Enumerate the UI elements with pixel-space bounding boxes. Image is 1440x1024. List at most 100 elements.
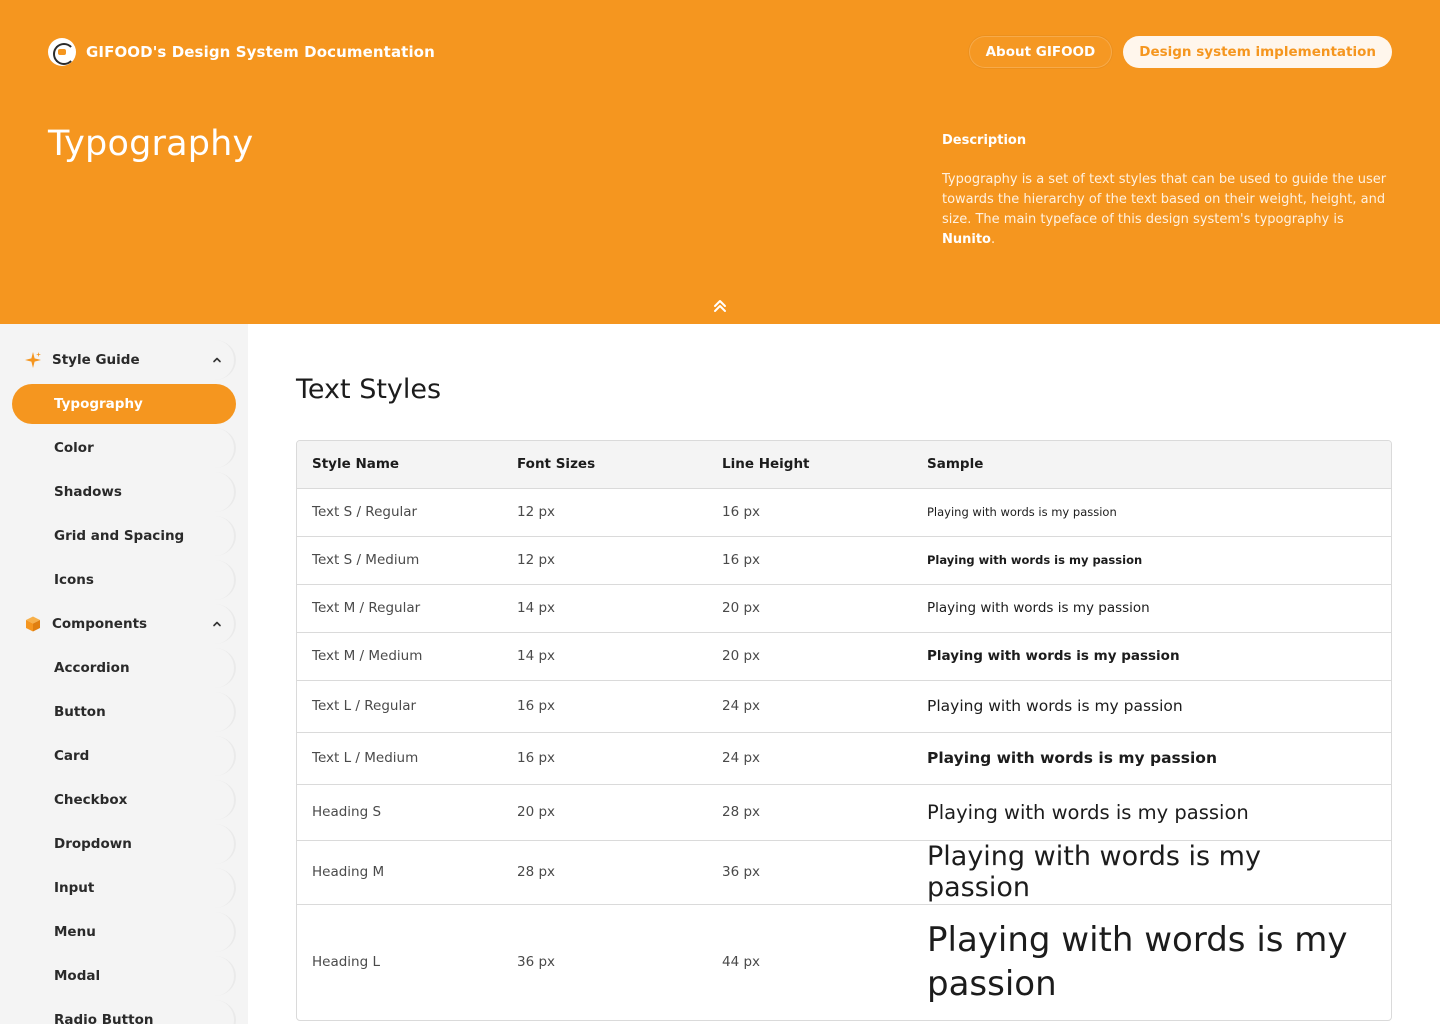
- sidebar-item-label: Typography: [54, 396, 143, 412]
- section-title: Text Styles: [296, 374, 442, 405]
- sidebar: Style Guide Typography Color Shadows Grid an…: [0, 324, 248, 1024]
- sidebar-section-label: Components: [52, 616, 148, 632]
- style-name-cell: Heading L: [312, 954, 380, 971]
- table-row: Text S / Regular 12 px 16 px Playing with w…: [297, 488, 1391, 537]
- sidebar-item-label: Color: [54, 440, 94, 456]
- style-name-cell: Text M / Regular: [297, 584, 502, 633]
- font-size-cell: 20 px: [502, 784, 707, 841]
- font-size-cell: 14 px: [502, 632, 707, 681]
- brand[interactable]: GIFOOD's Design System Documentation: [48, 38, 435, 66]
- style-name-cell: Text L / Regular: [297, 680, 502, 733]
- about-gifood-button[interactable]: About GIFOOD: [968, 36, 1113, 68]
- sample-cell: Playing with words is my passion: [912, 632, 1391, 681]
- table-row: Heading M 28 px 36 px Playing with words is…: [297, 840, 1391, 905]
- style-name-cell: Heading S: [297, 784, 502, 841]
- column-header-sample: Sample: [912, 441, 1391, 489]
- style-name-cell: Text S / Regular: [297, 488, 502, 537]
- sidebar-item-dropdown[interactable]: Dropdown: [12, 824, 236, 864]
- sidebar-item-label: Grid and Spacing: [54, 528, 185, 544]
- sidebar-item-label: Menu: [54, 924, 96, 940]
- description-block: Description Typography is a set of text …: [942, 133, 1394, 250]
- double-chevron-up-icon[interactable]: [712, 298, 728, 314]
- sparkle-icon: [25, 352, 41, 368]
- font-size-cell: 12 px: [502, 536, 707, 585]
- sidebar-item-label: Button: [54, 704, 106, 720]
- table-row: Heading L 36 px 44 px Playing with words is…: [297, 904, 1391, 1020]
- column-header-line-height: Line Height: [707, 441, 912, 489]
- chevron-up-icon[interactable]: [212, 619, 222, 629]
- main-content: Text Styles Style Name Font Sizes Line H…: [248, 324, 1440, 1024]
- sidebar-item-label: Shadows: [54, 484, 122, 500]
- sidebar-item-card[interactable]: Card: [12, 736, 236, 776]
- page-title: Typography: [48, 124, 254, 164]
- page-header: GIFOOD's Design System Documentation Abo…: [0, 0, 1440, 324]
- line-height-cell: 44 px: [722, 954, 761, 971]
- sidebar-item-checkbox[interactable]: Checkbox: [12, 780, 236, 820]
- line-height-cell: 20 px: [707, 584, 912, 633]
- sidebar-item-button[interactable]: Button: [12, 692, 236, 732]
- sidebar-list: Style Guide Typography Color Shadows Grid an…: [0, 324, 248, 1024]
- sample-cell: Playing with words is my passion: [912, 784, 1391, 841]
- sidebar-item-grid-and-spacing[interactable]: Grid and Spacing: [12, 516, 236, 556]
- line-height-cell: 24 px: [707, 680, 912, 733]
- sample-cell: Playing with words is my passion: [912, 840, 1391, 905]
- design-system-implementation-button[interactable]: Design system implementation: [1123, 36, 1392, 68]
- text-styles-table: Style Name Font Sizes Line Height Sample…: [296, 440, 1392, 1021]
- font-size-cell: 28 px: [502, 840, 707, 905]
- description-body: Typography is a set of text styles that …: [942, 172, 1387, 227]
- sidebar-item-input[interactable]: Input: [12, 868, 236, 908]
- sidebar-item-label: Checkbox: [54, 792, 128, 808]
- sample-cell: Playing with words is my passion: [912, 732, 1391, 785]
- sample-cell: Playing with words is my passion: [912, 680, 1391, 733]
- line-height-cell: 24 px: [707, 732, 912, 785]
- line-height-cell: 16 px: [707, 536, 912, 585]
- sidebar-item-accordion[interactable]: Accordion: [12, 648, 236, 688]
- sidebar-section-components[interactable]: Components: [12, 604, 236, 644]
- sidebar-item-label: Dropdown: [54, 836, 132, 852]
- line-height-cell: 36 px: [707, 840, 912, 905]
- sidebar-section-style-guide[interactable]: Style Guide: [12, 340, 236, 380]
- cube-icon: [26, 616, 40, 632]
- sidebar-item-icons[interactable]: Icons: [12, 560, 236, 600]
- font-size-cell: 14 px: [502, 584, 707, 633]
- sidebar-item-typography[interactable]: Typography: [12, 384, 236, 424]
- sidebar-item-label: Accordion: [54, 660, 130, 676]
- table-row: Text L / Medium 16 px 24 px Playing with wo…: [297, 732, 1391, 785]
- sidebar-item-color[interactable]: Color: [12, 428, 236, 468]
- sample-cell: Playing with words is my passion: [927, 920, 1348, 1005]
- line-height-cell: 20 px: [707, 632, 912, 681]
- font-size-cell: 16 px: [502, 732, 707, 785]
- line-height-cell: 28 px: [707, 784, 912, 841]
- sidebar-item-label: Modal: [54, 968, 101, 984]
- sidebar-item-radio-button[interactable]: Radio Button: [12, 1000, 236, 1024]
- table-body: Text S / Regular 12 px 16 px Playing with w…: [297, 488, 1391, 1020]
- line-height-cell: 16 px: [707, 488, 912, 537]
- typeface-name: Nunito: [942, 232, 991, 247]
- brand-title: GIFOOD's Design System Documentation: [86, 43, 435, 61]
- style-name-cell: Text M / Medium: [297, 632, 502, 681]
- sidebar-item-label: Radio Button: [54, 1012, 154, 1024]
- column-header-font-sizes: Font Sizes: [502, 441, 707, 489]
- description-end: .: [991, 232, 996, 247]
- style-name-cell: Heading M: [297, 840, 502, 905]
- top-nav: About GIFOOD Design system implementatio…: [968, 36, 1392, 68]
- sidebar-item-label: Icons: [54, 572, 94, 588]
- sample-cell: Playing with words is my passion: [912, 584, 1391, 633]
- column-header-style-name: Style Name: [297, 441, 502, 489]
- gifood-logo-icon: [48, 38, 76, 66]
- font-size-cell: 36 px: [517, 954, 556, 971]
- sidebar-item-shadows[interactable]: Shadows: [12, 472, 236, 512]
- table-row: Text M / Medium 14 px 20 px Playing with wo…: [297, 632, 1391, 681]
- description-label: Description: [942, 133, 1027, 148]
- font-size-cell: 16 px: [502, 680, 707, 733]
- table-row: Heading S 20 px 28 px Playing with words is…: [297, 784, 1391, 841]
- table-row: Text S / Medium 12 px 16 px Playing with wo…: [297, 536, 1391, 585]
- chevron-up-icon[interactable]: [212, 355, 222, 365]
- sample-cell: Playing with words is my passion: [912, 488, 1391, 537]
- table-row: Text M / Regular 14 px 20 px Playing with w…: [297, 584, 1391, 633]
- sidebar-item-menu[interactable]: Menu: [12, 912, 236, 952]
- style-name-cell: Text L / Medium: [297, 732, 502, 785]
- sidebar-item-modal[interactable]: Modal: [12, 956, 236, 996]
- sidebar-item-label: Input: [54, 880, 95, 896]
- table-header-row: Style Name Font Sizes Line Height Sample: [297, 441, 1391, 489]
